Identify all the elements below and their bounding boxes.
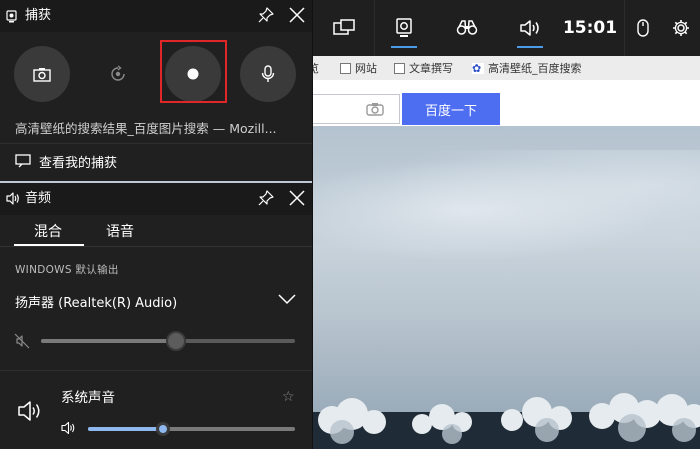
replay-record-icon xyxy=(111,65,125,81)
baidu-paw-icon: ✿ xyxy=(472,62,484,74)
bookmarks-bar: 览 网站 文章撰写 ✿ 高清壁纸_百度搜索 xyxy=(308,56,700,80)
mic-toggle-button[interactable] xyxy=(240,46,296,102)
mouse-icon xyxy=(637,19,649,37)
folder-icon xyxy=(340,62,351,74)
widget-menu-icon xyxy=(333,19,355,35)
app-volume-icon[interactable] xyxy=(61,421,77,435)
screenshot-button[interactable] xyxy=(14,46,70,102)
sky-haze xyxy=(312,150,700,270)
folder-icon xyxy=(394,62,405,74)
output-section-label: WINDOWS 默认输出 xyxy=(15,264,119,276)
speaker-icon xyxy=(520,20,539,36)
close-icon[interactable] xyxy=(288,6,306,24)
microphone-icon xyxy=(261,65,275,82)
chevron-down-icon[interactable] xyxy=(277,293,297,305)
slider-fill xyxy=(88,427,163,431)
camera-search-icon[interactable] xyxy=(366,101,384,117)
binoculars-icon xyxy=(456,20,478,35)
pin-icon[interactable] xyxy=(258,7,274,23)
capture-divider xyxy=(0,143,312,144)
slider-thumb[interactable] xyxy=(166,331,186,351)
pin-icon[interactable] xyxy=(258,190,274,206)
capture-widget-icon xyxy=(6,10,17,23)
gamebar-separator xyxy=(374,0,375,56)
output-device-name: 扬声器 (Realtek(R) Audio) xyxy=(15,296,178,311)
bookmark-label: 网站 xyxy=(355,62,377,75)
bookmark-label: 高清壁纸_百度搜索 xyxy=(488,62,582,75)
capture-widget-button[interactable] xyxy=(386,0,422,56)
tab-mix[interactable]: 混合 xyxy=(34,221,62,241)
bookmark-item[interactable]: ✿ 高清壁纸_百度搜索 xyxy=(472,60,582,76)
performance-widget-button[interactable] xyxy=(449,0,485,56)
star-icon[interactable]: ☆ xyxy=(282,389,295,405)
audio-widget: 音频 混合 语音 WINDOWS 默认输出 扬声器 (Realtek(R) Au… xyxy=(0,183,312,449)
capture-icon xyxy=(396,18,412,37)
baidu-search-button[interactable]: 百度一下 xyxy=(402,93,500,125)
audio-title: 音频 xyxy=(25,191,52,206)
system-sounds-label: 系统声音 xyxy=(61,390,115,406)
close-icon[interactable] xyxy=(288,189,306,207)
slider-thumb[interactable] xyxy=(156,422,170,436)
capture-titlebar: 捕获 xyxy=(0,0,312,32)
speaker-icon xyxy=(18,401,40,421)
clock: 15:01 xyxy=(562,18,618,38)
cloud-bank xyxy=(312,393,700,449)
game-bar: 15:01 xyxy=(312,0,700,56)
bookmark-item[interactable]: 网站 xyxy=(340,60,377,76)
settings-button[interactable] xyxy=(666,0,696,56)
camera-icon xyxy=(33,67,51,82)
record-highlight-box xyxy=(160,40,227,103)
capture-widget: 捕获 高清壁纸的搜索结果_百度图片搜索 — Mozill... 查看我的捕获 xyxy=(0,0,312,181)
bookmark-label: 文章撰写 xyxy=(409,62,453,75)
audio-divider xyxy=(0,370,312,371)
panel-edge xyxy=(312,0,313,449)
gamebar-separator xyxy=(624,0,625,56)
search-input[interactable] xyxy=(312,94,400,124)
mouse-widget-button[interactable] xyxy=(628,0,658,56)
gallery-icon xyxy=(15,154,31,168)
search-area: 百度一下 xyxy=(312,80,700,126)
speaker-icon xyxy=(6,192,19,205)
speaker-muted-icon[interactable] xyxy=(14,333,30,349)
view-captures-label: 查看我的捕获 xyxy=(39,155,118,171)
record-last-30s-button[interactable] xyxy=(90,46,146,102)
widget-menu-button[interactable] xyxy=(326,0,362,56)
bookmark-item[interactable]: 文章撰写 xyxy=(394,60,453,76)
audio-titlebar: 音频 xyxy=(0,183,312,215)
slider-fill xyxy=(41,339,176,343)
capture-title: 捕获 xyxy=(25,8,52,23)
view-my-captures-link[interactable]: 查看我的捕获 xyxy=(15,150,117,172)
tabs-divider xyxy=(0,246,312,247)
tab-voice[interactable]: 语音 xyxy=(106,221,134,241)
gear-icon xyxy=(673,20,689,36)
captured-window-title: 高清壁纸的搜索结果_百度图片搜索 — Mozill... xyxy=(15,121,277,136)
audio-widget-button[interactable] xyxy=(512,0,548,56)
